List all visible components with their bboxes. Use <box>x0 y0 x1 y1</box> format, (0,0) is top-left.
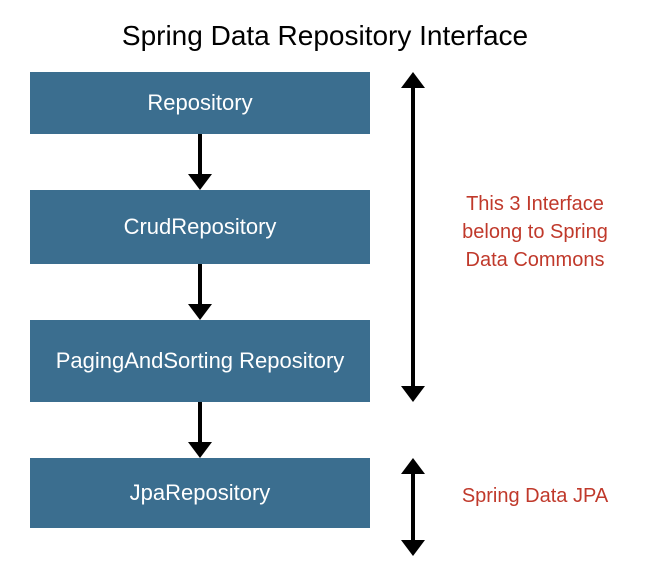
box-paging-sorting-repository: PagingAndSorting Repository <box>30 320 370 402</box>
box-repository-label: Repository <box>147 90 252 116</box>
box-paging-sorting-repository-label: PagingAndSorting Repository <box>56 348 345 374</box>
annotation-commons: This 3 Interface belong to Spring Data C… <box>440 190 630 274</box>
box-repository: Repository <box>30 72 370 134</box>
box-jpa-repository: JpaRepository <box>30 458 370 528</box>
annotation-jpa: Spring Data JPA <box>440 482 630 510</box>
box-jpa-repository-label: JpaRepository <box>130 480 271 506</box>
diagram-canvas: Repository CrudRepository PagingAndSorti… <box>0 72 650 572</box>
diagram-title: Spring Data Repository Interface <box>0 0 650 72</box>
box-crud-repository: CrudRepository <box>30 190 370 264</box>
box-crud-repository-label: CrudRepository <box>124 214 277 240</box>
